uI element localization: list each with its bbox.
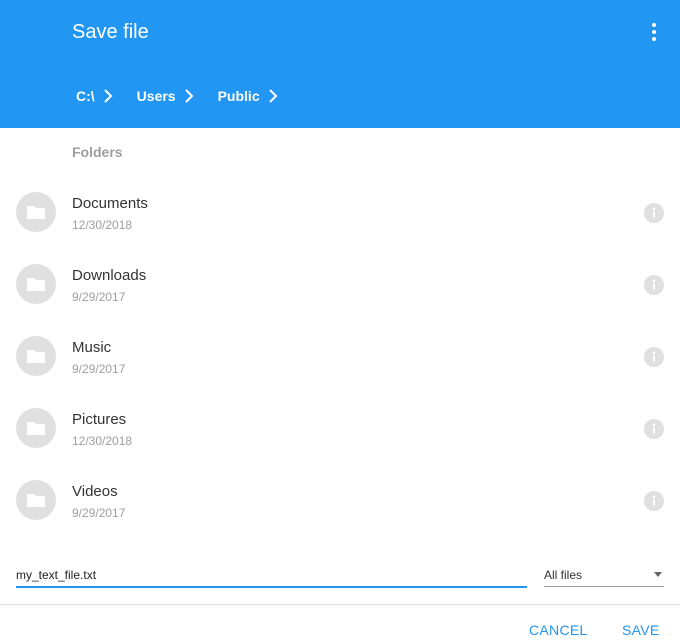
more-vert-icon[interactable]	[642, 20, 666, 44]
info-icon[interactable]	[644, 347, 664, 367]
info-icon[interactable]	[644, 203, 664, 223]
folder-item-music[interactable]: Music 9/29/2017	[0, 320, 680, 392]
folder-date: 9/29/2017	[72, 290, 126, 304]
file-type-select[interactable]: All files	[544, 564, 664, 587]
breadcrumb-item-users[interactable]: Users	[125, 84, 206, 108]
folder-name: Downloads	[72, 267, 147, 284]
dropdown-arrow-icon	[654, 572, 662, 577]
chevron-right-icon	[268, 89, 278, 103]
filename-input[interactable]	[16, 564, 527, 588]
app-bar: Save file C:\ Users Public	[0, 0, 680, 128]
folders-section-label: Folders	[72, 144, 123, 160]
breadcrumb-label: Public	[217, 88, 260, 104]
info-icon[interactable]	[644, 419, 664, 439]
folder-icon	[16, 336, 56, 376]
info-icon[interactable]	[644, 275, 664, 295]
cancel-button[interactable]: CANCEL	[529, 622, 588, 638]
breadcrumb-label: Users	[136, 88, 176, 104]
save-button[interactable]: SAVE	[622, 622, 660, 638]
footer-divider	[0, 604, 680, 605]
folder-name: Pictures	[72, 411, 127, 428]
folder-date: 9/29/2017	[72, 506, 126, 520]
folder-icon	[16, 264, 56, 304]
breadcrumb-label: C:\	[76, 88, 95, 104]
folder-date: 12/30/2018	[72, 218, 133, 232]
chevron-right-icon	[184, 89, 194, 103]
chevron-right-icon	[103, 89, 113, 103]
folder-date: 9/29/2017	[72, 362, 126, 376]
folder-icon	[16, 192, 56, 232]
folder-item-pictures[interactable]: Pictures 12/30/2018	[0, 392, 680, 464]
folder-name: Videos	[72, 483, 118, 500]
folder-icon	[16, 408, 56, 448]
info-icon[interactable]	[644, 491, 664, 511]
folder-icon	[16, 480, 56, 520]
folder-list: Documents 12/30/2018 Downloads 9/29/2017…	[0, 176, 680, 536]
breadcrumb-item-public[interactable]: Public	[206, 84, 290, 108]
breadcrumb-item-drive[interactable]: C:\	[64, 84, 125, 108]
folder-date: 12/30/2018	[72, 434, 133, 448]
folder-name: Documents	[72, 195, 148, 212]
folder-item-downloads[interactable]: Downloads 9/29/2017	[0, 248, 680, 320]
folder-item-videos[interactable]: Videos 9/29/2017	[0, 464, 680, 536]
folder-item-documents[interactable]: Documents 12/30/2018	[0, 176, 680, 248]
breadcrumb: C:\ Users Public	[64, 84, 290, 108]
file-type-value: All files	[544, 568, 583, 582]
dialog-title: Save file	[72, 21, 149, 43]
folder-name: Music	[72, 339, 112, 356]
